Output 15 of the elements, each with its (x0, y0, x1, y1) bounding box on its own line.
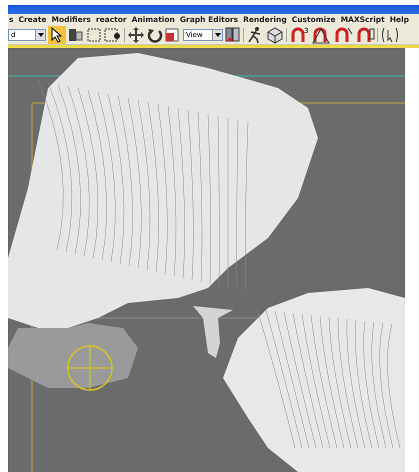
scale-icon[interactable] (165, 28, 179, 42)
select-tool-button[interactable] (48, 26, 66, 44)
pivot-icon[interactable] (225, 26, 241, 44)
cube-icon[interactable] (266, 26, 284, 44)
window-crossing-icon[interactable] (104, 26, 122, 43)
rotate-icon[interactable] (147, 26, 163, 43)
angle-snap-icon[interactable] (311, 26, 331, 44)
region-select-icon[interactable] (86, 26, 102, 43)
named-selection-icon[interactable] (380, 26, 400, 44)
percent-snap-icon[interactable] (333, 26, 353, 44)
gizmo-icon[interactable] (67, 345, 113, 391)
select-by-name-icon[interactable] (68, 26, 84, 43)
move-icon[interactable] (127, 26, 145, 44)
spinner-snap-icon[interactable] (355, 26, 375, 44)
cursor-icon (50, 26, 64, 43)
